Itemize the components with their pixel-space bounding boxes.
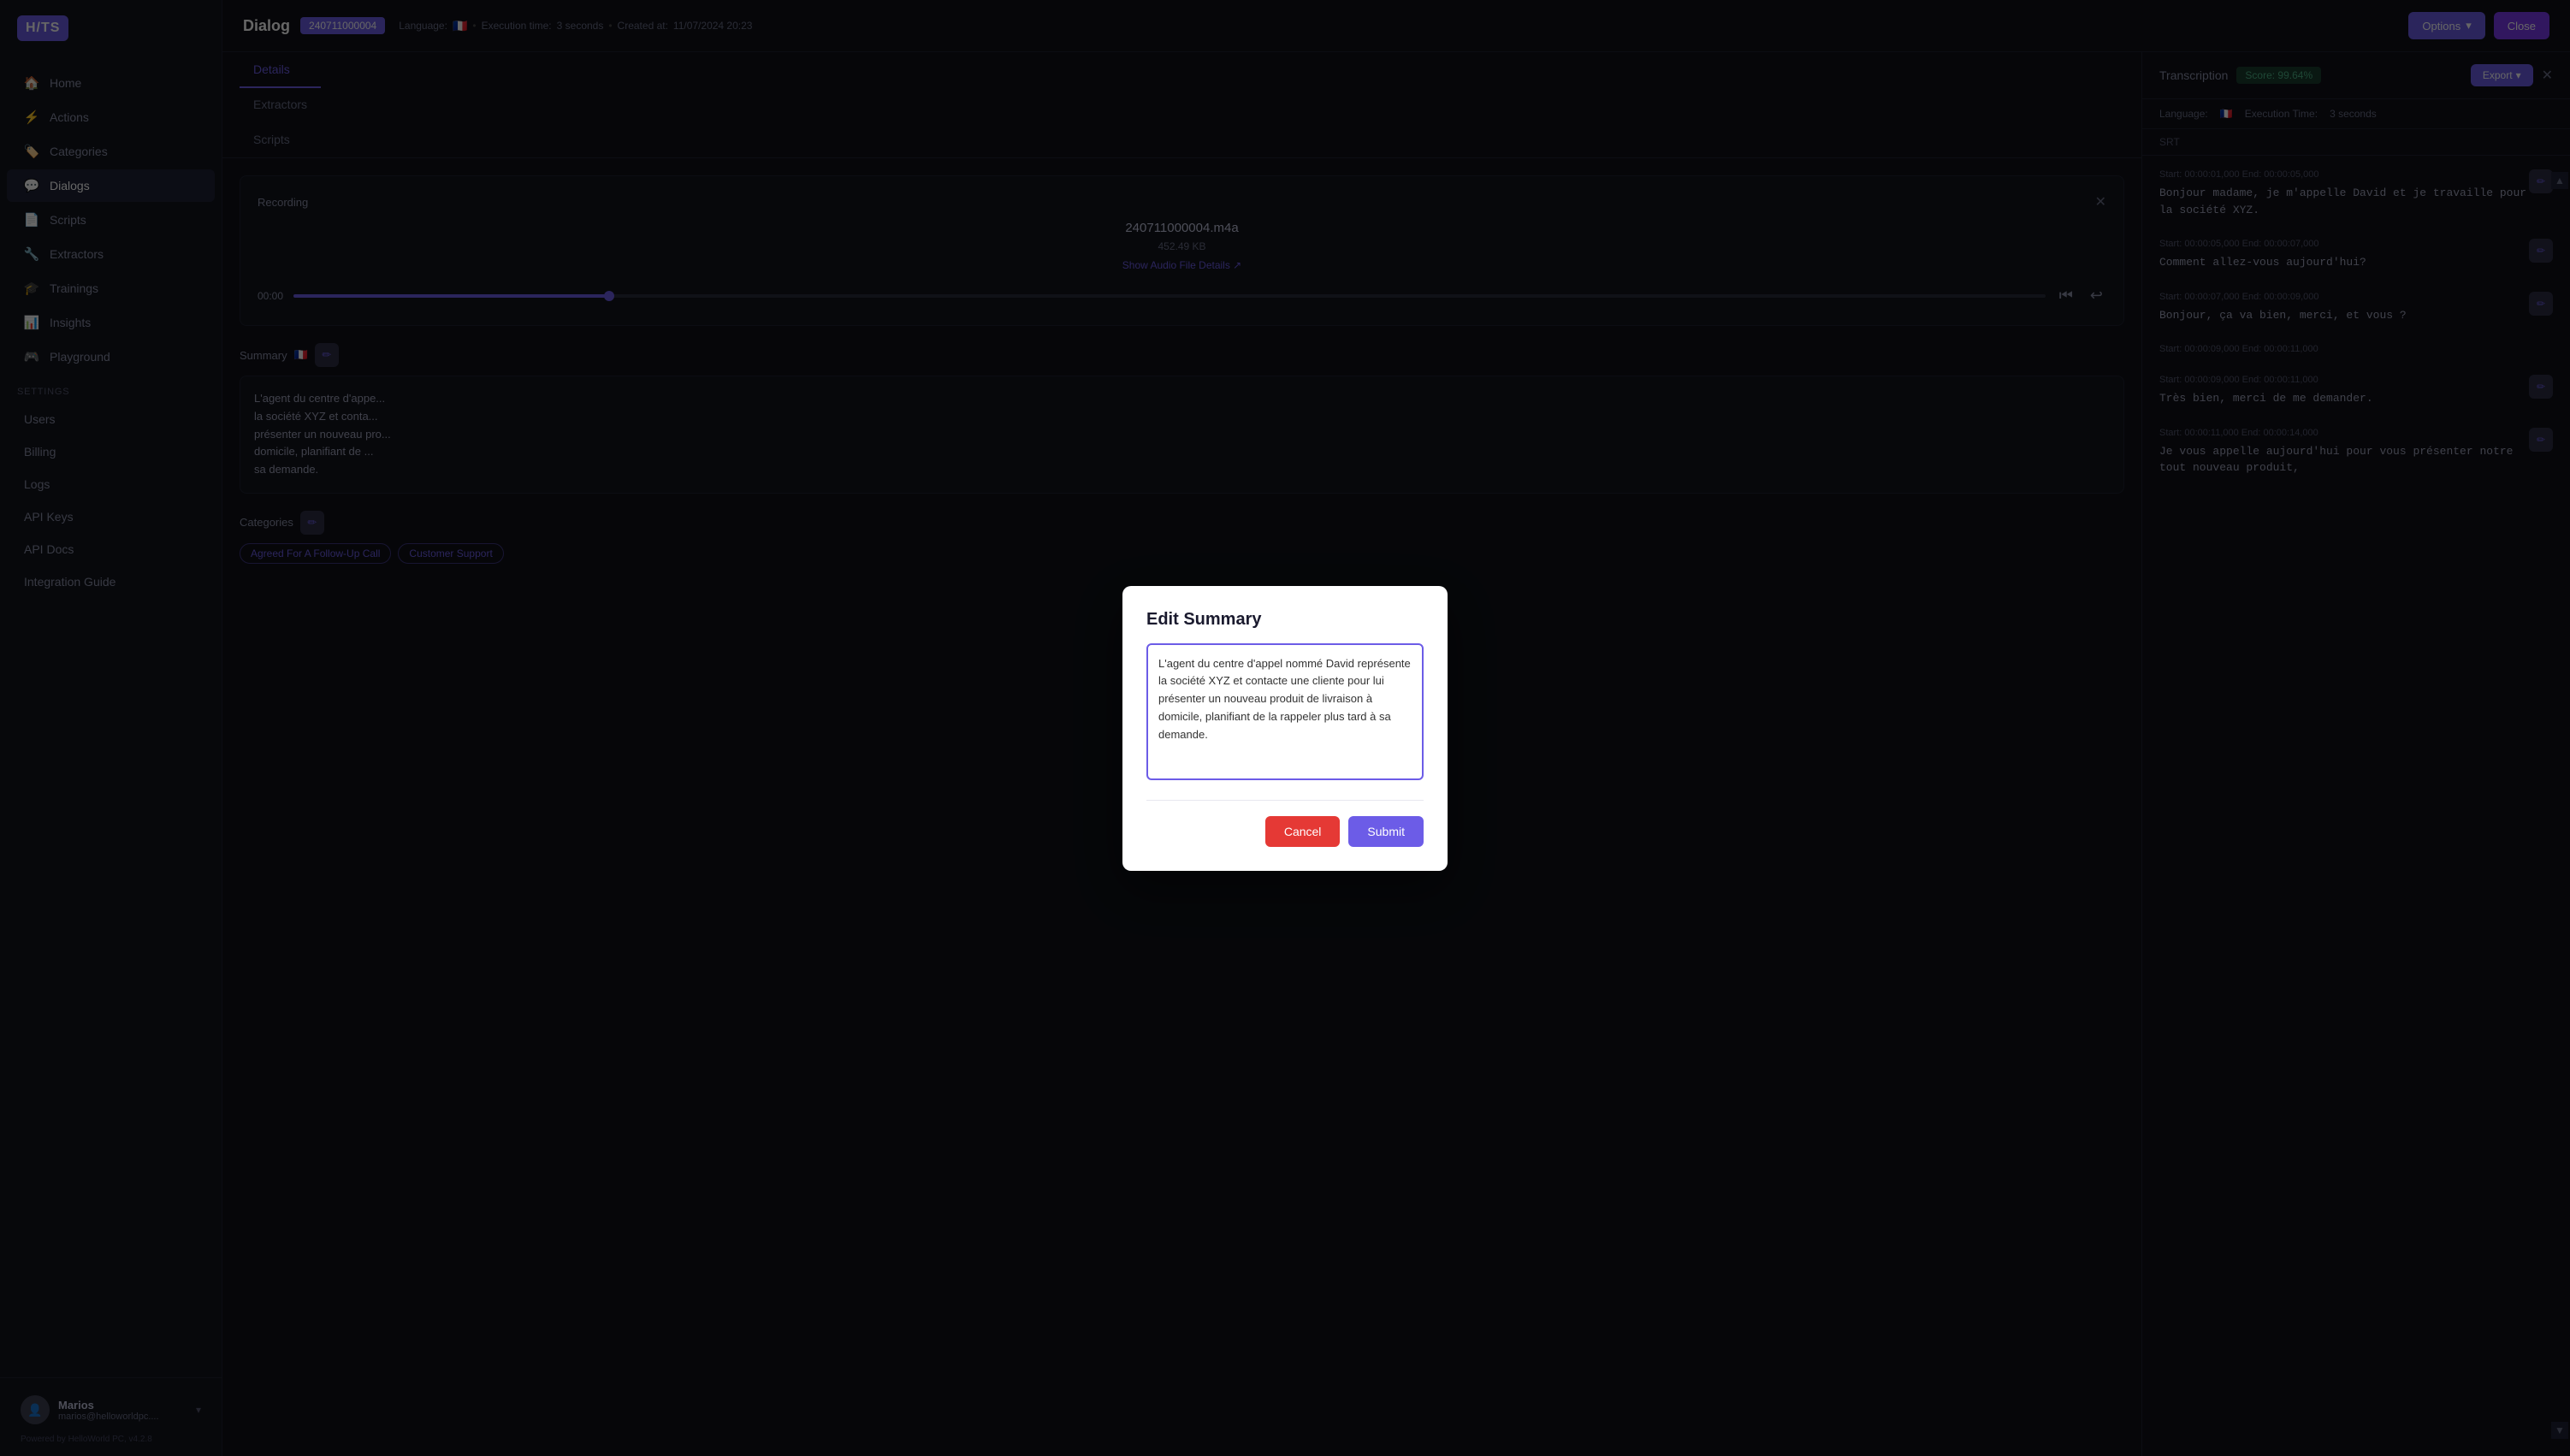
modal-title: Edit Summary: [1146, 610, 1424, 630]
modal-overlay: Edit Summary Cancel Submit: [0, 0, 2570, 1456]
modal-divider: [1146, 800, 1424, 801]
summary-textarea[interactable]: [1146, 643, 1424, 780]
modal-actions: Cancel Submit: [1146, 816, 1424, 847]
edit-summary-modal: Edit Summary Cancel Submit: [1122, 586, 1448, 871]
submit-button[interactable]: Submit: [1348, 816, 1424, 847]
cancel-button[interactable]: Cancel: [1265, 816, 1341, 847]
